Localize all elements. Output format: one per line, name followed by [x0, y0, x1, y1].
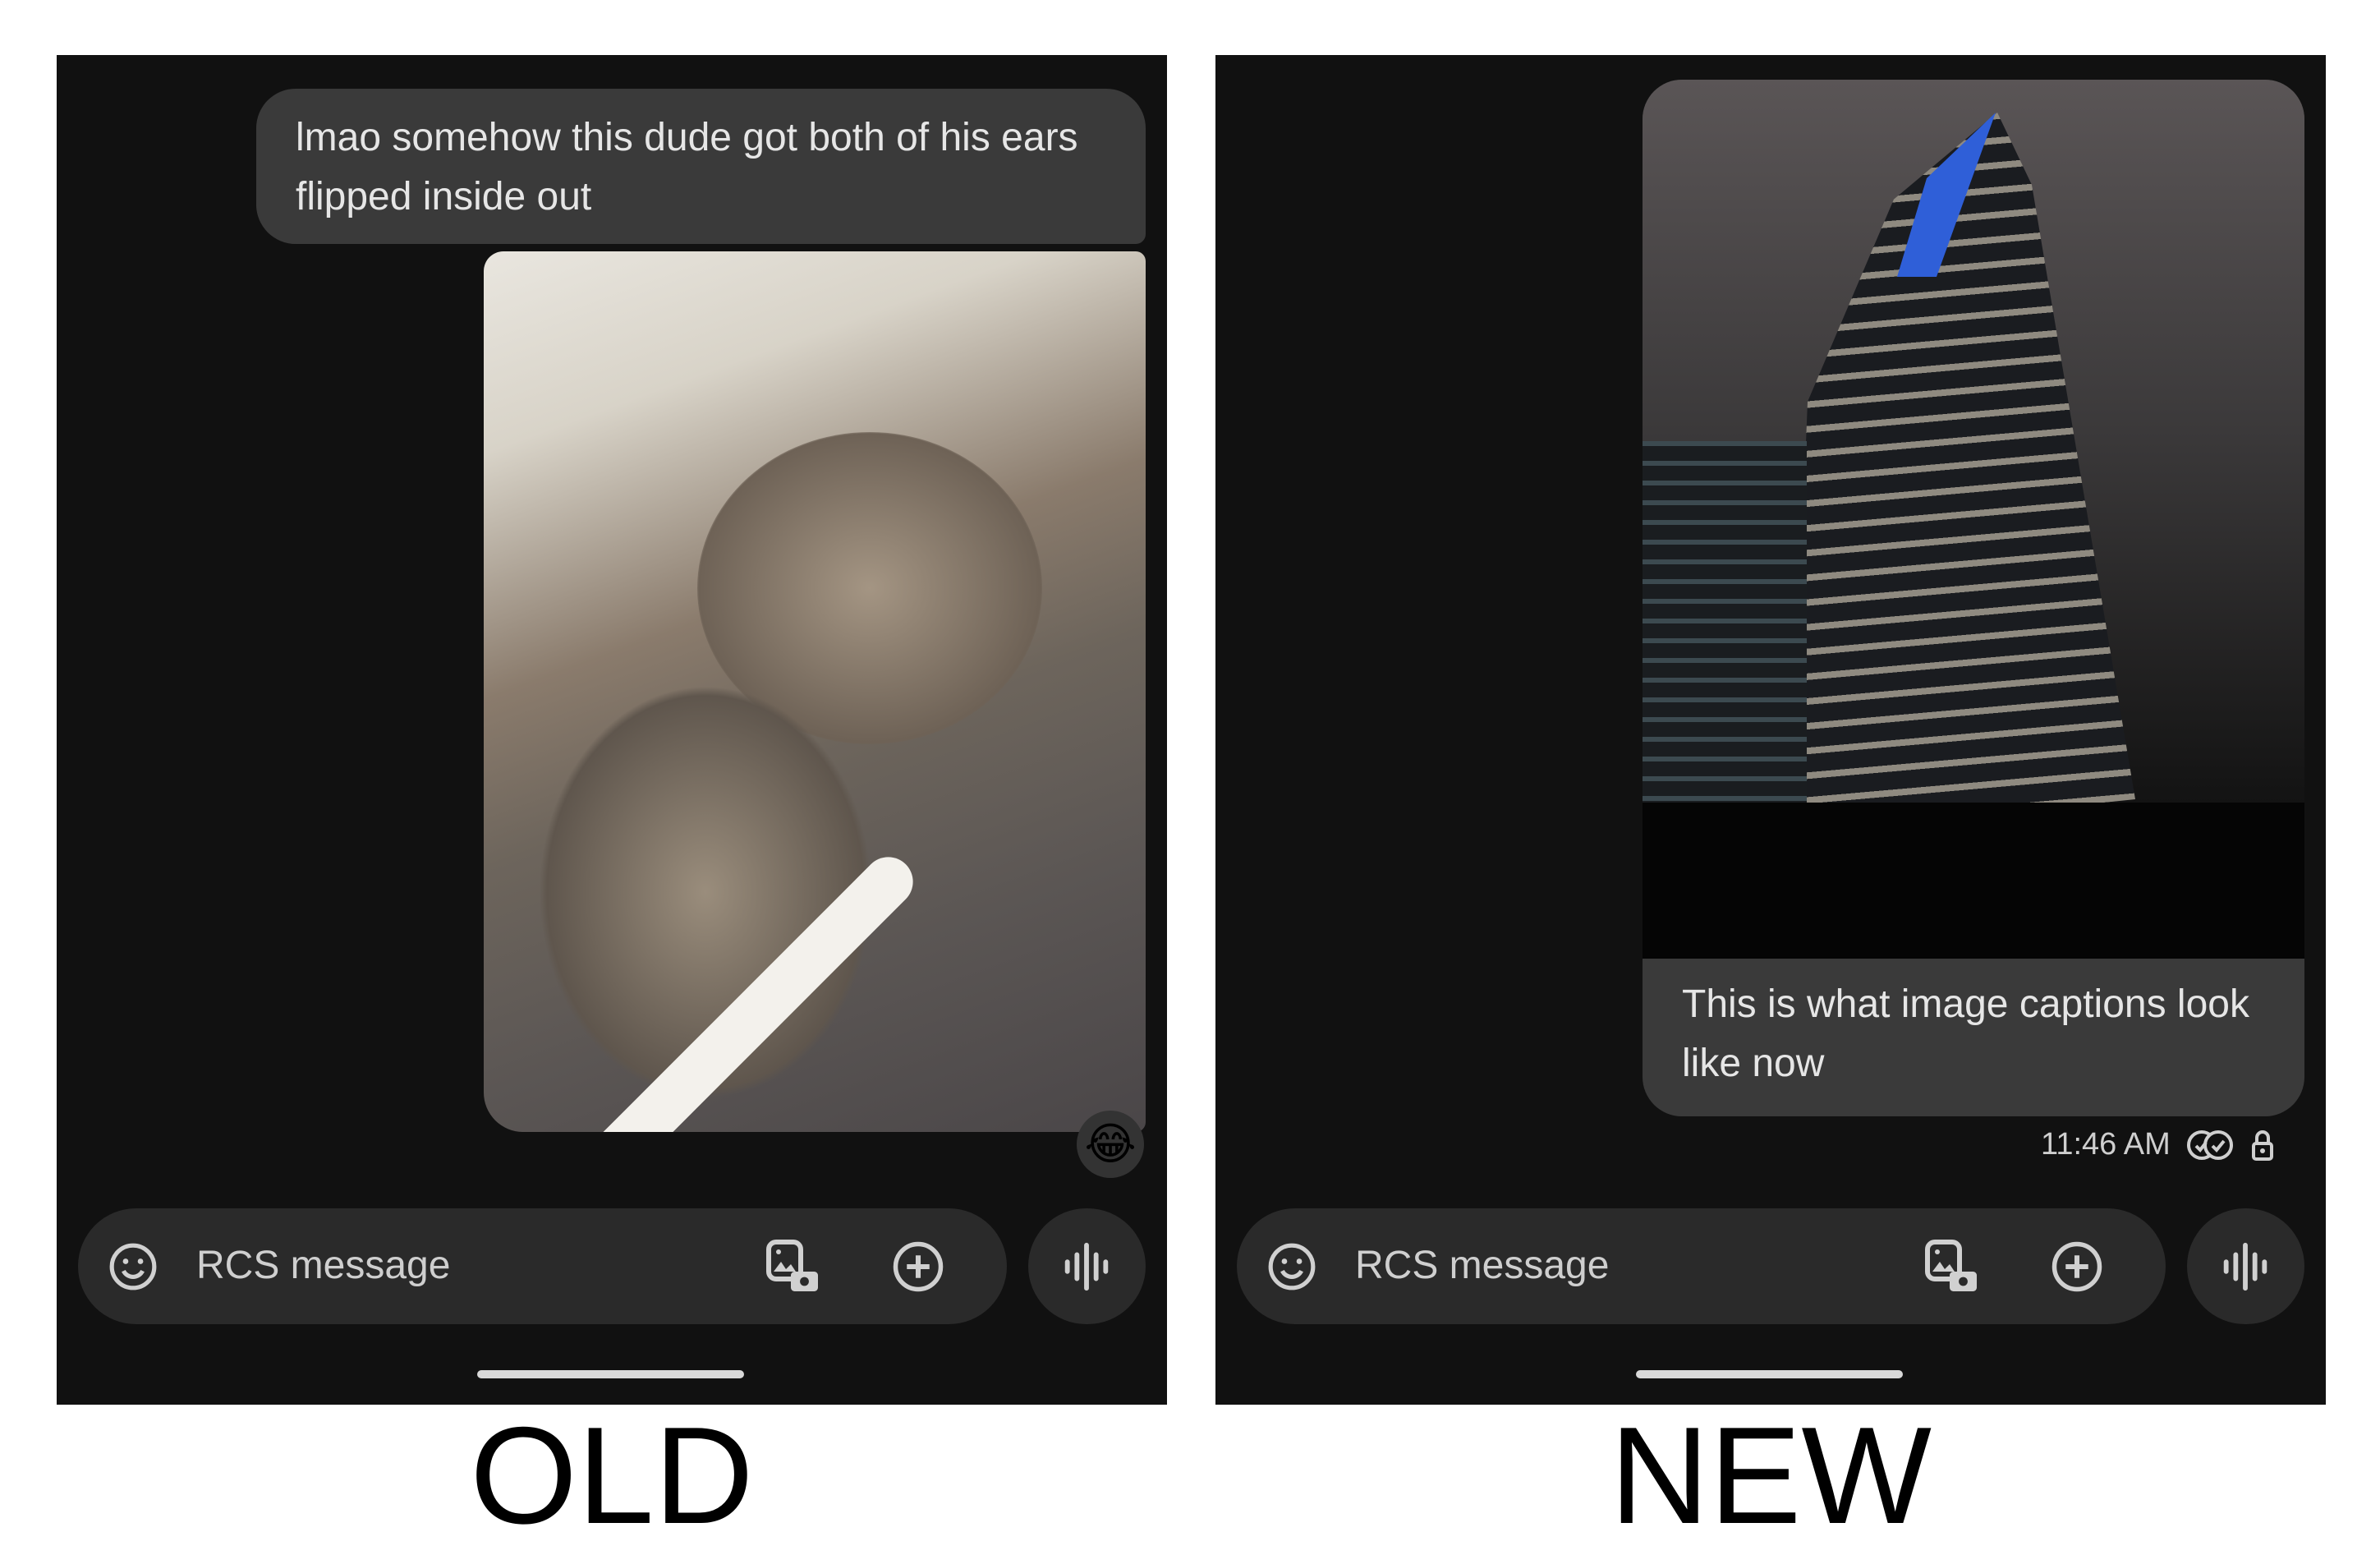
voice-message-button[interactable]	[2187, 1208, 2304, 1324]
message-text: lmao somehow this dude got both of his e…	[296, 116, 1078, 219]
home-indicator[interactable]	[1636, 1370, 1903, 1378]
reaction-badge[interactable]: 😂	[1077, 1111, 1144, 1178]
message-input-placeholder: RCS message	[1355, 1244, 1610, 1287]
old-conversation-panel: lmao somehow this dude got both of his e…	[57, 55, 1167, 1405]
timestamp: 11:46 AM	[2041, 1127, 2171, 1162]
message-input[interactable]: RCS message	[78, 1208, 1007, 1324]
home-indicator[interactable]	[477, 1370, 744, 1378]
building-image[interactable]	[1643, 80, 2304, 959]
image-caption-bubble[interactable]: This is what image captions look like no…	[1643, 80, 2304, 1116]
voice-wave-icon	[2217, 1238, 2274, 1295]
voice-message-button[interactable]	[1028, 1208, 1146, 1324]
message-input-placeholder: RCS message	[196, 1244, 451, 1287]
lock-icon	[2251, 1129, 2273, 1161]
add-icon[interactable]	[2050, 1240, 2104, 1294]
new-conversation-panel: This is what image captions look like no…	[1215, 55, 2326, 1405]
caption-text: This is what image captions look like no…	[1682, 982, 2249, 1085]
emoji-icon[interactable]	[1266, 1241, 1317, 1292]
new-label: NEW	[1610, 1398, 1932, 1553]
emoji-icon[interactable]	[108, 1241, 159, 1292]
cat-image[interactable]	[484, 251, 1146, 1132]
old-label: OLD	[470, 1398, 754, 1553]
message-status: 11:46 AM	[2041, 1127, 2274, 1162]
gallery-camera-icon[interactable]	[764, 1237, 823, 1296]
add-icon[interactable]	[891, 1240, 945, 1294]
laughing-emoji-icon: 😂	[1084, 1120, 1137, 1169]
message-input[interactable]: RCS message	[1237, 1208, 2166, 1324]
message-bubble[interactable]: lmao somehow this dude got both of his e…	[256, 89, 1146, 244]
gallery-camera-icon[interactable]	[1923, 1237, 1982, 1296]
voice-wave-icon	[1058, 1238, 1115, 1295]
read-receipt-icon	[2186, 1129, 2233, 1160]
